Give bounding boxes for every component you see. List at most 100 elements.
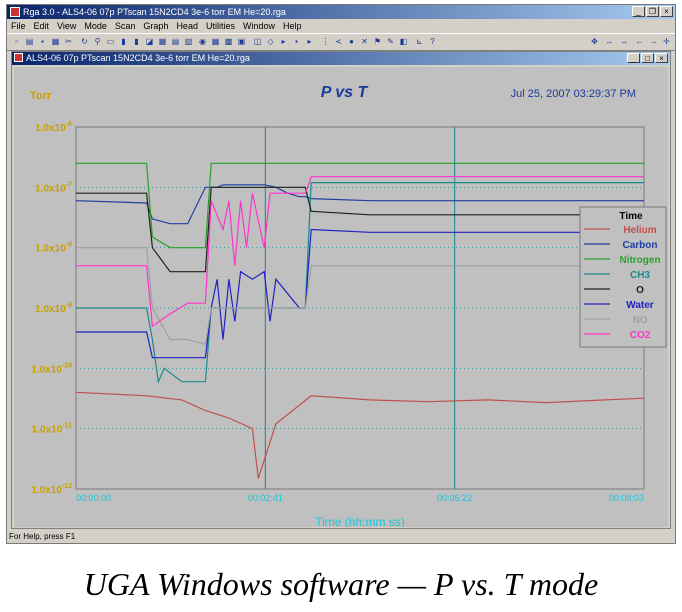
chart-icon[interactable]: ◧ — [398, 36, 409, 47]
figure-caption: UGA Windows software — P vs. T mode — [83, 566, 599, 602]
flag-icon[interactable]: ⚑ — [372, 36, 383, 47]
y-tick-label: 1.0x10-6 — [35, 121, 72, 134]
legend-item-label: Carbon — [623, 240, 658, 251]
title-bar[interactable]: Rga 3.0 - ALS4-06 07p PTscan 15N2CD4 3e-… — [7, 5, 675, 19]
status-bar: For Help, press F1 — [9, 532, 76, 541]
compress-icon[interactable]: ↔ — [619, 36, 630, 47]
delete-icon[interactable]: ✕ — [359, 36, 370, 47]
help-icon[interactable]: ? — [427, 36, 438, 47]
pvst-chart[interactable]: P vs T Torr Jul 25, 2007 03:29:37 PM 1.0… — [14, 67, 668, 529]
scan-icon[interactable]: ▭ — [105, 36, 116, 47]
expand-icon[interactable]: ↔ — [604, 36, 615, 47]
y-tick-exponent: -11 — [62, 423, 72, 430]
y-tick-exponent: -12 — [62, 483, 72, 490]
y-tick-label: 1.0x10-11 — [32, 423, 72, 436]
histogram-icon[interactable]: ▮ — [131, 36, 142, 47]
graph-window: ALS4-06 07p PTscan 15N2CD4 3e-6 torr EM … — [11, 51, 671, 529]
y-tick-label: 1.0x10-7 — [35, 181, 72, 194]
chart-area: P vs T Torr Jul 25, 2007 03:29:37 PM 1.0… — [14, 67, 668, 529]
grid-icon[interactable]: ▦ — [210, 36, 221, 47]
menu-mode[interactable]: Mode — [80, 19, 111, 33]
restore-button[interactable]: ❐ — [646, 6, 659, 17]
save-icon[interactable]: ▪ — [37, 36, 48, 47]
crosshair-icon[interactable]: ✛ — [661, 36, 672, 47]
y-tick-mantissa: 1.0x10 — [35, 123, 66, 134]
menu-help[interactable]: Help — [279, 19, 306, 33]
menu-edit[interactable]: Edit — [30, 19, 54, 33]
y-tick-mantissa: 1.0x10 — [35, 304, 66, 315]
legend-title: Time — [619, 211, 643, 222]
chart-title: P vs T — [321, 84, 369, 101]
arrow-right-icon[interactable]: → — [648, 36, 659, 47]
bar-chart-icon[interactable]: ▮ — [118, 36, 129, 47]
legend-item-label: O — [636, 285, 644, 296]
timestamp: Jul 25, 2007 03:29:37 PM — [511, 88, 636, 100]
child-close-button[interactable]: × — [655, 53, 668, 63]
graph-icon[interactable]: ◫ — [252, 36, 263, 47]
legend-item-label: CH3 — [630, 270, 650, 281]
cursor-icon[interactable]: ⋮ — [320, 36, 331, 47]
legend-item-label: Water — [626, 300, 654, 311]
application-window: Rga 3.0 - ALS4-06 07p PTscan 15N2CD4 3e-… — [6, 4, 676, 544]
table-icon[interactable]: ▦ — [157, 36, 168, 47]
pen-icon[interactable]: ✎ — [385, 36, 396, 47]
link-icon[interactable]: ◇ — [265, 36, 276, 47]
x-tick-label: 00:02:41 — [248, 493, 283, 503]
menu-file[interactable]: File — [7, 19, 30, 33]
step-icon[interactable]: ▸ — [304, 36, 315, 47]
y-tick-mantissa: 1.0x10 — [35, 244, 66, 255]
legend-item-label: Helium — [623, 225, 656, 236]
y-tick-label: 1.0x10-12 — [31, 483, 72, 496]
p-vs-t-icon[interactable]: ▧ — [183, 36, 194, 47]
unit-label: Torr — [30, 90, 52, 102]
child-maximize-button[interactable]: □ — [641, 53, 654, 63]
zoom-icon[interactable]: ⚲ — [92, 36, 103, 47]
menu-head[interactable]: Head — [172, 19, 202, 33]
print-icon[interactable]: ▦ — [50, 36, 61, 47]
y-tick-exponent: -8 — [66, 242, 72, 249]
y-tick-exponent: -6 — [66, 121, 72, 128]
app-icon — [10, 7, 20, 17]
y-tick-mantissa: 1.0x10 — [32, 425, 63, 436]
em-icon[interactable]: ▩ — [223, 36, 234, 47]
close-button[interactable]: × — [660, 6, 673, 17]
drop-icon[interactable]: ● — [346, 36, 357, 47]
analog-icon[interactable]: ◪ — [144, 36, 155, 47]
menu-window[interactable]: Window — [239, 19, 279, 33]
stop-icon[interactable]: ▪ — [291, 36, 302, 47]
y-tick-exponent: -10 — [62, 362, 72, 369]
minimize-button[interactable]: _ — [632, 6, 645, 17]
menu-view[interactable]: View — [53, 19, 80, 33]
x-axis-label: Time (hh:mm ss) — [315, 515, 405, 527]
filament-icon[interactable]: ◉ — [197, 36, 208, 47]
marker-icon[interactable]: ≺ — [333, 36, 344, 47]
graph-window-title-bar[interactable]: ALS4-06 07p PTscan 15N2CD4 3e-6 torr EM … — [12, 52, 670, 65]
x-tick-label: 00:05:22 — [437, 493, 472, 503]
head-icon[interactable]: ▣ — [236, 36, 247, 47]
menu-utilities[interactable]: Utilities — [202, 19, 239, 33]
axes-icon[interactable]: ⊾ — [414, 36, 425, 47]
legend-item-label: Nitrogen — [619, 255, 660, 266]
open-icon[interactable]: ▤ — [24, 36, 35, 47]
x-tick-label: 00:08:03 — [609, 493, 644, 503]
graph-window-title: ALS4-06 07p PTscan 15N2CD4 3e-6 torr EM … — [26, 53, 250, 63]
y-tick-label: 1.0x10-10 — [31, 362, 72, 375]
play-icon[interactable]: ▸ — [278, 36, 289, 47]
legend-item-label: NO — [633, 315, 648, 326]
new-icon[interactable]: ▫ — [11, 36, 22, 47]
y-tick-label: 1.0x10-8 — [35, 242, 72, 255]
menu-graph[interactable]: Graph — [139, 19, 172, 33]
y-tick-mantissa: 1.0x10 — [35, 183, 66, 194]
toolbar: ▫ ▤ ▪ ▦ ✂ ↻ ⚲ ▭ ▮ ▮ ◪ ▦ ▤ ▧ ◉ ▦ ▩ ▣ ◫ ◇ … — [7, 33, 675, 51]
cut-icon[interactable]: ✂ — [63, 36, 74, 47]
document-icon — [14, 53, 23, 62]
x-tick-label: 00:00:00 — [76, 493, 111, 503]
leak-icon[interactable]: ▤ — [170, 36, 181, 47]
menu-scan[interactable]: Scan — [111, 19, 140, 33]
child-minimize-button[interactable]: _ — [627, 53, 640, 63]
arrow-left-icon[interactable]: ← — [634, 36, 645, 47]
y-tick-exponent: -7 — [66, 181, 72, 188]
move-icon[interactable]: ✥ — [589, 36, 600, 47]
refresh-icon[interactable]: ↻ — [79, 36, 90, 47]
menu-bar: File Edit View Mode Scan Graph Head Util… — [7, 19, 675, 33]
